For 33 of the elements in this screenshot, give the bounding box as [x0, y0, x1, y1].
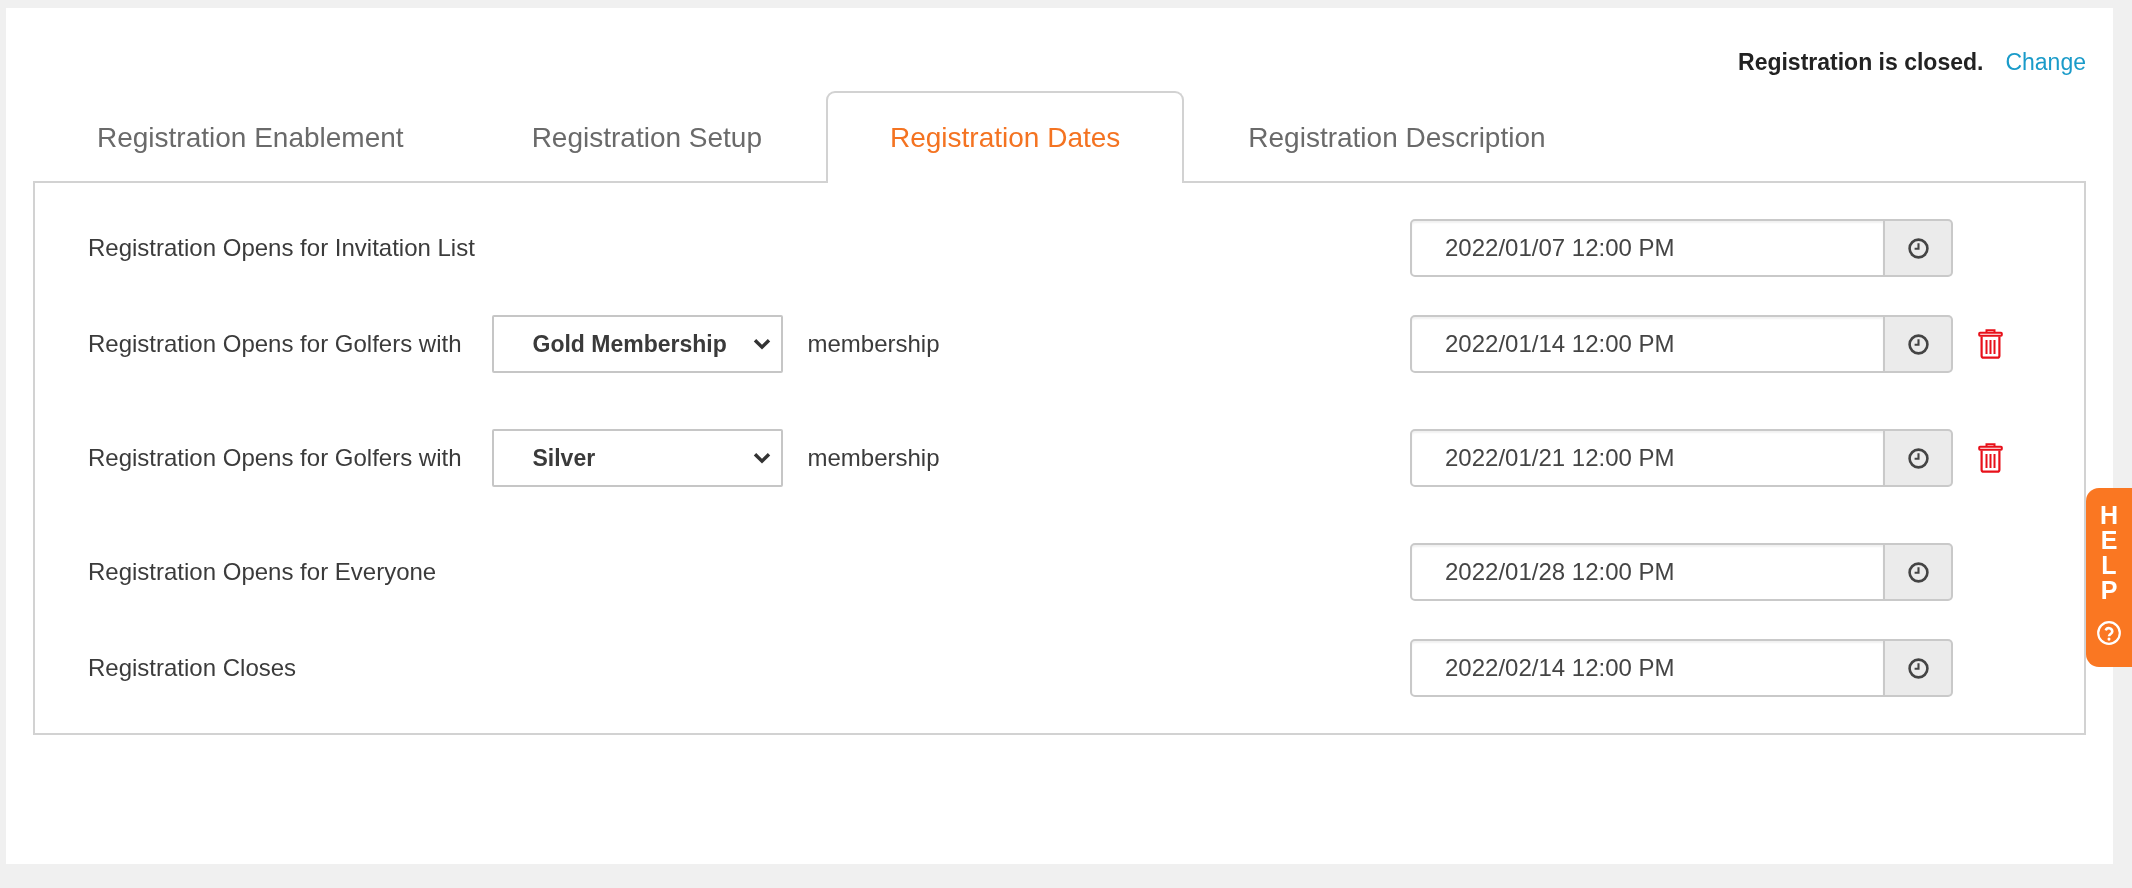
clock-icon: [1907, 447, 1929, 469]
tab[interactable]: Registration Enablement: [33, 91, 468, 183]
clock-icon: [1907, 333, 1929, 355]
trash-icon[interactable]: [1978, 443, 2003, 473]
time-picker-button[interactable]: [1885, 219, 1953, 277]
time-picker-button[interactable]: [1885, 315, 1953, 373]
field-label: Registration Opens for Everyone: [88, 557, 437, 587]
registration-status-text: Registration is closed.: [1738, 47, 1984, 77]
date-time-field[interactable]: 2022/01/28 12:00 PM: [1410, 543, 1885, 601]
field-label: Registration Opens for Golfers with: [88, 329, 462, 359]
field-label: Registration Opens for Golfers with: [88, 443, 462, 473]
help-icon: [2097, 621, 2121, 645]
membership-label: membership: [807, 443, 940, 473]
membership-dropdown[interactable]: Gold Membership: [491, 315, 783, 373]
field-label: Registration Closes: [88, 653, 297, 683]
chevron-down-icon: [752, 452, 771, 464]
time-picker-button[interactable]: [1885, 543, 1953, 601]
time-picker-button[interactable]: [1885, 429, 1953, 487]
tab[interactable]: Registration Setup: [467, 91, 826, 183]
date-time-field[interactable]: 2022/01/07 12:00 PM: [1410, 219, 1885, 277]
trash-icon[interactable]: [1978, 329, 2003, 359]
clock-icon: [1907, 561, 1929, 583]
chevron-down-icon: [752, 338, 771, 350]
date-time-field[interactable]: 2022/01/14 12:00 PM: [1410, 315, 1885, 373]
tab[interactable]: Registration Description: [1184, 91, 1610, 183]
time-picker-button[interactable]: [1885, 639, 1953, 697]
date-time-field[interactable]: 2022/02/14 12:00 PM: [1410, 639, 1885, 697]
clock-icon: [1907, 657, 1929, 679]
membership-label: membership: [807, 329, 940, 359]
membership-dropdown[interactable]: Silver: [491, 429, 783, 487]
field-label: Registration Opens for Invitation List: [88, 233, 475, 263]
date-time-field[interactable]: 2022/01/21 12:00 PM: [1410, 429, 1885, 487]
clock-icon: [1907, 237, 1929, 259]
